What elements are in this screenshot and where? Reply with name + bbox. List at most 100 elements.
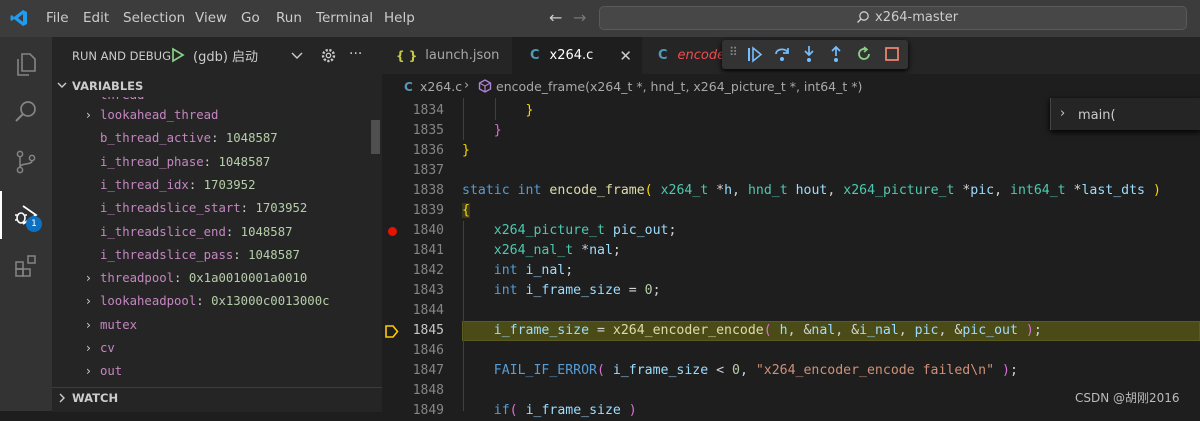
continue-icon[interactable]: [746, 46, 764, 63]
variable-row[interactable]: › out: [86, 364, 123, 379]
chevron-right-icon[interactable]: ›: [86, 318, 91, 332]
variable-row[interactable]: b_thread_active: 1048587: [100, 131, 278, 145]
variable-row[interactable]: › cv: [86, 341, 115, 355]
variable-value: 1048587: [248, 247, 300, 262]
chevron-down-icon[interactable]: [291, 51, 303, 61]
debug-badge: 1: [26, 216, 42, 232]
source-control-activity[interactable]: [0, 138, 52, 186]
sidebar-title: RUN AND DEBUG: [72, 49, 171, 63]
line-number[interactable]: 1841: [382, 241, 462, 261]
variable-value: 0x13000c0013000c: [211, 294, 330, 309]
step-out-icon[interactable]: [828, 45, 844, 63]
explorer-activity[interactable]: [0, 40, 52, 88]
chevron-right-icon[interactable]: ›: [86, 271, 91, 285]
variable-row[interactable]: i_threadslice_start: 1703952: [100, 201, 307, 215]
menu-terminal[interactable]: Terminal: [316, 10, 373, 26]
line-number[interactable]: 1844: [382, 301, 462, 321]
run-debug-activity[interactable]: [0, 191, 52, 239]
json-file-icon: { }: [396, 48, 418, 63]
variable-value: 0x1a0010001a0010: [188, 271, 308, 286]
code-line: }: [525, 103, 534, 118]
chevron-right-icon[interactable]: ›: [86, 364, 91, 378]
restart-icon[interactable]: [855, 45, 873, 63]
line-number[interactable]: 1836: [382, 141, 462, 161]
launch-config-label: (gdb) 启动: [193, 50, 259, 65]
more-actions-icon[interactable]: ···: [349, 46, 362, 62]
tab-launch-json[interactable]: { } launch.json: [382, 37, 512, 74]
menu-file[interactable]: File: [46, 10, 69, 26]
line-number[interactable]: 1842: [382, 261, 462, 281]
line-number[interactable]: 1834: [382, 101, 462, 121]
chevron-right-icon[interactable]: ›: [86, 341, 91, 355]
breakpoint-icon[interactable]: [388, 227, 397, 236]
close-icon[interactable]: ✕: [619, 47, 632, 65]
chevron-right-icon[interactable]: ›: [86, 294, 91, 308]
variable-row[interactable]: i_threadslice_end: 1048587: [100, 225, 293, 239]
variable-separator: :: [188, 177, 204, 192]
menu-run[interactable]: Run: [276, 10, 302, 26]
code-line: x264_nal_t *nal;: [493, 243, 621, 258]
search-activity[interactable]: [0, 88, 52, 136]
start-debug-icon[interactable]: [171, 47, 185, 63]
vscode-logo-icon: [10, 10, 27, 26]
stop-icon[interactable]: [884, 46, 900, 62]
variable-name: out: [100, 364, 123, 379]
menu-view[interactable]: View: [195, 10, 227, 26]
code-line: int i_nal;: [493, 263, 574, 278]
variable-row[interactable]: › lookahead_thread: [86, 108, 218, 122]
variable-row[interactable]: › threadpool: 0x1a0010001a0010: [86, 271, 308, 286]
line-number[interactable]: 1848: [382, 381, 462, 401]
sidebar-scrollbar[interactable]: [371, 120, 380, 154]
forward-arrow-icon[interactable]: →: [573, 8, 586, 27]
step-into-icon[interactable]: [801, 45, 817, 63]
variable-separator: :: [174, 271, 189, 286]
variable-name: i_thread_idx: [100, 177, 189, 192]
variable-separator: :: [233, 247, 249, 262]
variable-row[interactable]: › lookaheadpool: 0x13000c0013000c: [86, 294, 330, 309]
source-control-icon: [16, 150, 36, 174]
menu-go[interactable]: Go: [241, 10, 260, 26]
code-line: static int encode_frame( x264_t *h, hnd_…: [462, 183, 1161, 198]
function-symbol-icon: [478, 79, 492, 93]
tab-x264-c[interactable]: C x264.c ✕: [512, 37, 642, 74]
line-number[interactable]: 1838: [382, 181, 462, 201]
code-line: x264_picture_t pic_out;: [493, 223, 677, 238]
variable-row[interactable]: › mutex: [86, 317, 138, 332]
drag-handle-icon[interactable]: ⠿: [729, 45, 738, 59]
variable-row[interactable]: i_thread_phase: 1048587: [100, 155, 270, 169]
chevron-down-icon[interactable]: [57, 80, 67, 90]
menu-selection[interactable]: Selection: [123, 10, 185, 26]
chevron-right-icon[interactable]: [57, 393, 67, 403]
variable-row[interactable]: i_threadslice_pass: 1048587: [100, 248, 300, 262]
line-number[interactable]: 1835: [382, 121, 462, 141]
breadcrumb-file[interactable]: x264.c: [420, 79, 462, 94]
watch-header[interactable]: WATCH: [72, 391, 118, 405]
gear-icon[interactable]: [320, 47, 337, 64]
variable-name: mutex: [100, 317, 138, 332]
line-number[interactable]: 1849: [382, 401, 462, 421]
extensions-activity[interactable]: [0, 242, 52, 290]
line-number[interactable]: 1846: [382, 341, 462, 361]
line-number[interactable]: 1843: [382, 281, 462, 301]
tab-label: x264.c: [549, 48, 594, 63]
search-icon: [856, 11, 869, 24]
chevron-right-icon[interactable]: ›: [1060, 106, 1065, 121]
menu-help[interactable]: Help: [384, 10, 415, 26]
variable-separator: :: [196, 294, 212, 309]
line-number[interactable]: 1847: [382, 361, 462, 381]
back-arrow-icon[interactable]: ←: [549, 8, 562, 27]
sticky-scroll-widget[interactable]: [1050, 98, 1200, 130]
code-line: {: [462, 203, 470, 218]
variable-row[interactable]: i_thread_idx: 1703952: [100, 178, 255, 192]
chevron-right-icon[interactable]: ›: [86, 108, 91, 122]
breadcrumb-symbol[interactable]: encode_frame(x264_t *, hnd_t, x264_pictu…: [496, 79, 862, 94]
variable-value: 1048587: [218, 154, 271, 169]
tab-encoder[interactable]: C encoder: [642, 37, 722, 74]
step-over-icon[interactable]: [773, 45, 791, 63]
line-number[interactable]: 1839: [382, 201, 462, 221]
variable-name: threadpool: [100, 271, 175, 286]
menu-edit[interactable]: Edit: [83, 10, 109, 26]
variables-header[interactable]: VARIABLES: [72, 79, 143, 93]
line-number[interactable]: 1837: [382, 161, 462, 181]
variable-separator: :: [225, 224, 241, 239]
